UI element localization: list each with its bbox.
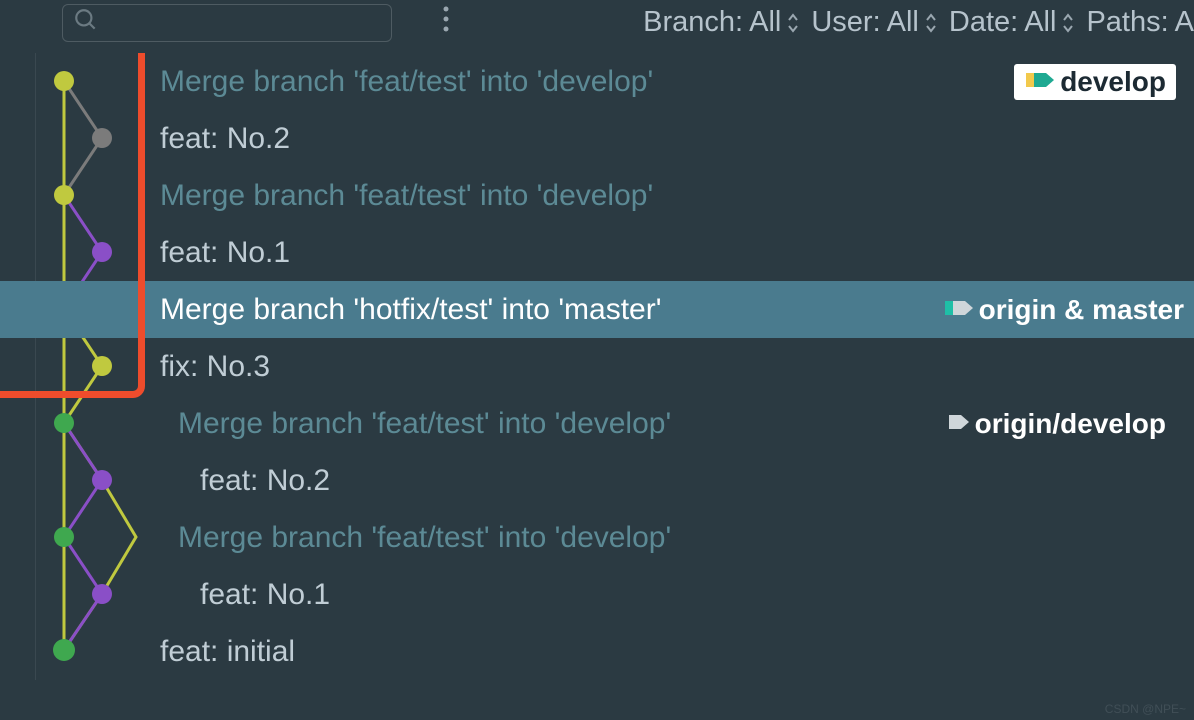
commit-message: feat: No.2 xyxy=(160,122,290,156)
user-filter[interactable]: User: All xyxy=(811,6,937,39)
commit-row[interactable]: Merge branch 'feat/test' into 'develop' xyxy=(0,509,1194,566)
commit-message: feat: initial xyxy=(160,635,295,669)
user-filter-value: All xyxy=(887,6,919,39)
commit-message: Merge branch 'feat/test' into 'develop' xyxy=(160,179,653,213)
log-toolbar: Branch: All User: All Date: All Paths: A xyxy=(0,0,1194,45)
commit-message: Merge branch 'feat/test' into 'develop' xyxy=(160,65,653,99)
commit-message: feat: No.1 xyxy=(200,578,330,612)
search-icon xyxy=(73,7,99,39)
tag-icon xyxy=(947,408,969,440)
watermark: CSDN @NPE~ xyxy=(1105,702,1186,716)
commit-row[interactable]: feat: No.2 xyxy=(0,452,1194,509)
branch-filter-value: All xyxy=(749,6,781,39)
branch-filter[interactable]: Branch: All xyxy=(643,6,799,39)
commit-message: Merge branch 'feat/test' into 'develop' xyxy=(178,521,671,555)
commit-message: Merge branch 'hotfix/test' into 'master' xyxy=(160,293,661,327)
branch-filter-label: Branch: xyxy=(643,6,743,39)
date-filter-label: Date: xyxy=(949,6,1018,39)
commit-row-selected[interactable]: Merge branch 'hotfix/test' into 'master'… xyxy=(0,281,1194,338)
commit-message: fix: No.3 xyxy=(160,350,270,384)
date-filter[interactable]: Date: All xyxy=(949,6,1075,39)
commit-log: Merge branch 'feat/test' into 'develop' … xyxy=(0,53,1194,680)
branch-tag-origin-master[interactable]: origin & master xyxy=(933,292,1194,328)
date-filter-value: All xyxy=(1024,6,1056,39)
branch-tag-origin-develop[interactable]: origin/develop xyxy=(937,406,1176,442)
commit-row[interactable]: feat: No.1 xyxy=(0,224,1194,281)
chevron-updown-icon xyxy=(787,12,799,34)
tag-icon xyxy=(943,294,973,326)
tag-label: origin & master xyxy=(979,294,1184,326)
commit-message: Merge branch 'feat/test' into 'develop' xyxy=(178,407,671,441)
search-input[interactable] xyxy=(62,4,392,42)
commit-row[interactable]: feat: No.1 xyxy=(0,566,1194,623)
commit-row[interactable]: feat: No.2 xyxy=(0,110,1194,167)
chevron-updown-icon xyxy=(1062,12,1074,34)
tag-label: develop xyxy=(1060,66,1166,98)
commit-row[interactable]: feat: initial xyxy=(0,623,1194,680)
commit-row[interactable]: Merge branch 'feat/test' into 'develop' … xyxy=(0,395,1194,452)
commit-message: feat: No.1 xyxy=(160,236,290,270)
commit-message: feat: No.2 xyxy=(200,464,330,498)
tag-icon xyxy=(1024,66,1054,98)
commit-row[interactable]: Merge branch 'feat/test' into 'develop' … xyxy=(0,53,1194,110)
paths-filter-label: Paths: xyxy=(1086,6,1168,39)
paths-filter-value: A xyxy=(1175,6,1194,39)
user-filter-label: User: xyxy=(811,6,880,39)
commit-row[interactable]: Merge branch 'feat/test' into 'develop' xyxy=(0,167,1194,224)
paths-filter[interactable]: Paths: A xyxy=(1086,6,1194,39)
branch-tag-develop[interactable]: develop xyxy=(1014,64,1176,100)
tag-label: origin/develop xyxy=(975,408,1166,440)
chevron-updown-icon xyxy=(925,12,937,34)
commit-row[interactable]: fix: No.3 xyxy=(0,338,1194,395)
more-menu-icon[interactable] xyxy=(442,5,450,40)
